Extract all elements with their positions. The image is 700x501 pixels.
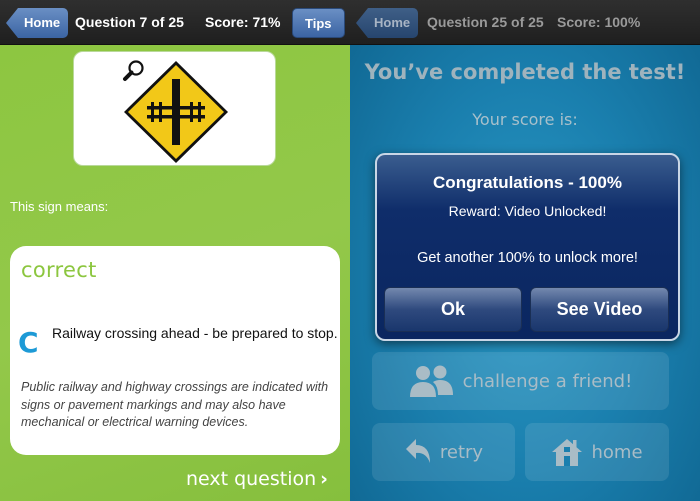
score-readout: Score: 100%	[557, 14, 641, 30]
navbar: Home Question 25 of 25 Score: 100%	[350, 0, 700, 45]
magnifier-icon[interactable]	[122, 59, 146, 83]
next-question-label: next question	[185, 468, 317, 490]
score-label: Your score is:	[472, 110, 578, 129]
home-back-button[interactable]: Home	[356, 8, 419, 38]
tips-button[interactable]: Tips	[292, 8, 345, 38]
answer-text: Railway crossing ahead - be prepared to …	[52, 325, 338, 341]
alert-unlock-message: Get another 100% to unlock more!	[417, 250, 638, 266]
alert-reward-message: Reward: Video Unlocked!	[448, 203, 607, 219]
challenge-friend-button[interactable]: challenge a friend!	[372, 352, 669, 410]
question-prompt: This sign means:	[10, 199, 109, 214]
answer-card: correct C Railway crossing ahead - be pr…	[10, 246, 340, 455]
friends-icon	[409, 365, 453, 397]
quiz-question-screen: Home Question 7 of 25 Score: 71% Tips Th…	[0, 0, 350, 501]
chevron-right-icon: ›	[320, 468, 328, 490]
see-video-button[interactable]: See Video	[530, 287, 669, 332]
ok-button[interactable]: Ok	[384, 287, 522, 332]
challenge-friend-label: challenge a friend!	[462, 370, 633, 392]
answer-explanation: Public railway and highway crossings are…	[21, 380, 329, 429]
home-label: home	[591, 441, 643, 463]
house-icon	[552, 439, 583, 466]
sign-image-card[interactable]	[73, 51, 276, 166]
completion-title: You’ve completed the test!	[364, 60, 686, 84]
home-back-button[interactable]: Home	[6, 8, 69, 38]
reward-alert-dialog: Congratulations - 100% Reward: Video Unl…	[375, 153, 680, 341]
result-label: correct	[21, 258, 97, 282]
answer-letter: C	[18, 326, 39, 359]
question-progress: Question 7 of 25	[75, 14, 184, 30]
retry-label: retry	[439, 441, 484, 463]
next-question-button[interactable]: next question ›	[186, 468, 328, 490]
question-progress: Question 25 of 25	[427, 14, 544, 30]
navbar: Home Question 7 of 25 Score: 71% Tips	[0, 0, 350, 45]
home-button[interactable]: home	[525, 423, 669, 481]
undo-arrow-icon	[405, 439, 430, 463]
score-readout: Score: 71%	[205, 14, 281, 30]
retry-button[interactable]: retry	[372, 423, 515, 481]
alert-title: Congratulations - 100%	[433, 173, 622, 192]
